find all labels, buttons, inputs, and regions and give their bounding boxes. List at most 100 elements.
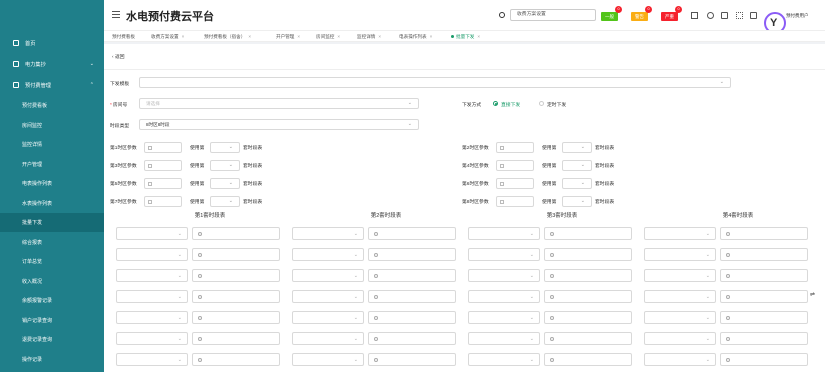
rate-select[interactable]: ⌄ <box>644 353 716 366</box>
alarm-warning-button[interactable]: 警告 0 <box>631 6 652 21</box>
time-input[interactable] <box>544 290 632 303</box>
tab-batch-issue[interactable]: 批量下发 × <box>451 33 480 41</box>
rate-select[interactable]: ⌄ <box>644 311 716 324</box>
tab-prepaid-board[interactable]: 预付费看板 <box>112 33 135 41</box>
rate-select[interactable]: ⌄ <box>292 227 364 240</box>
rate-select[interactable]: ⌄ <box>644 227 716 240</box>
time-input[interactable] <box>368 311 456 324</box>
table-number-select[interactable]: ⌄ <box>210 142 240 153</box>
close-icon[interactable]: × <box>297 34 300 39</box>
rate-select[interactable]: ⌄ <box>644 332 716 345</box>
table-number-select[interactable]: ⌄ <box>562 178 592 189</box>
time-input[interactable] <box>192 269 280 282</box>
time-input[interactable] <box>544 227 632 240</box>
time-input[interactable] <box>544 269 632 282</box>
zone-param-date-input[interactable] <box>144 196 182 207</box>
settings-toggle-icon[interactable]: ⇌ <box>810 291 815 298</box>
rate-select[interactable]: ⌄ <box>116 353 188 366</box>
time-input[interactable] <box>192 227 280 240</box>
sidebar-subitem-active[interactable]: 批量下发 <box>0 213 104 232</box>
sidebar-subitem[interactable]: 销户记录查询 <box>0 311 104 330</box>
sidebar-subitem[interactable]: 监控详情 <box>0 135 104 154</box>
sidebar-subitem[interactable]: 收入概况 <box>0 272 104 291</box>
time-input[interactable] <box>720 311 808 324</box>
template-select[interactable]: ⌄ <box>139 77 731 88</box>
rate-select[interactable]: ⌄ <box>292 269 364 282</box>
sidebar-subitem[interactable]: 水表操作列表 <box>0 194 104 213</box>
rate-select[interactable]: ⌄ <box>116 290 188 303</box>
time-input[interactable] <box>192 311 280 324</box>
zone-param-date-input[interactable] <box>496 196 534 207</box>
time-input[interactable] <box>192 353 280 366</box>
mode-direct-radio[interactable] <box>493 101 498 106</box>
sidebar-item-meter-reading[interactable]: 电力集抄 ⌄ <box>0 55 104 73</box>
tab-fee-scheme[interactable]: 收费方案设置 × <box>151 33 184 41</box>
close-icon[interactable]: × <box>182 34 185 39</box>
rate-select[interactable]: ⌄ <box>468 248 540 261</box>
rate-select[interactable]: ⌄ <box>644 248 716 261</box>
table-number-select[interactable]: ⌄ <box>562 142 592 153</box>
tab-prepaid-board-dorm[interactable]: 预付费看板（宿舍） × <box>204 33 251 41</box>
close-icon[interactable]: × <box>248 34 251 39</box>
rate-select[interactable]: ⌄ <box>468 332 540 345</box>
close-icon[interactable]: × <box>430 34 433 39</box>
sidebar-subitem[interactable]: 开户管理 <box>0 155 104 174</box>
rate-select[interactable]: ⌄ <box>644 269 716 282</box>
time-input[interactable] <box>368 332 456 345</box>
time-input[interactable] <box>192 290 280 303</box>
table-number-select[interactable]: ⌄ <box>562 196 592 207</box>
rate-select[interactable]: ⌄ <box>468 353 540 366</box>
back-button[interactable]: ‹ 返回 <box>112 53 125 60</box>
zone-param-date-input[interactable] <box>144 178 182 189</box>
user-name[interactable]: 预付费用户 <box>786 13 809 19</box>
sidebar-subitem[interactable]: 综合报表 <box>0 233 104 252</box>
zone-param-date-input[interactable] <box>496 160 534 171</box>
rate-select[interactable]: ⌄ <box>116 269 188 282</box>
rate-select[interactable]: ⌄ <box>292 353 364 366</box>
sidebar-subitem[interactable]: 房间监控 <box>0 116 104 135</box>
table-number-select[interactable]: ⌄ <box>210 178 240 189</box>
room-select[interactable]: 请选择 ⌄ <box>139 98 419 109</box>
grid-icon[interactable] <box>736 12 743 19</box>
rate-select[interactable]: ⌄ <box>468 290 540 303</box>
mode-direct-label[interactable]: 直接下发 <box>501 101 520 108</box>
time-input[interactable] <box>368 248 456 261</box>
table-number-select[interactable]: ⌄ <box>562 160 592 171</box>
rate-select[interactable]: ⌄ <box>292 332 364 345</box>
layout-icon[interactable] <box>750 12 757 19</box>
time-input[interactable] <box>368 269 456 282</box>
alarm-critical-button[interactable]: 严重 0 <box>661 6 682 21</box>
rate-select[interactable]: ⌄ <box>644 290 716 303</box>
fullscreen-icon[interactable] <box>707 12 714 19</box>
rate-select[interactable]: ⌄ <box>116 248 188 261</box>
tab-account-open[interactable]: 开户管理 × <box>276 33 300 41</box>
time-input[interactable] <box>368 227 456 240</box>
sidebar-subitem[interactable]: 订单总览 <box>0 252 104 271</box>
time-input[interactable] <box>720 248 808 261</box>
sidebar-subitem[interactable]: 预付费看板 <box>0 96 104 115</box>
time-input[interactable] <box>544 332 632 345</box>
time-input[interactable] <box>368 290 456 303</box>
sidebar-item-home[interactable]: 首页 <box>0 34 104 52</box>
time-input[interactable] <box>192 248 280 261</box>
close-icon[interactable]: × <box>378 34 381 39</box>
time-input[interactable] <box>720 290 808 303</box>
time-input[interactable] <box>720 269 808 282</box>
sidebar-subitem[interactable]: 余额报警记录 <box>0 291 104 310</box>
time-input[interactable] <box>720 227 808 240</box>
volume-icon[interactable] <box>691 12 698 19</box>
time-input[interactable] <box>720 332 808 345</box>
rate-select[interactable]: ⌄ <box>468 227 540 240</box>
rate-select[interactable]: ⌄ <box>116 311 188 324</box>
rate-select[interactable]: ⌄ <box>468 311 540 324</box>
rate-select[interactable]: ⌄ <box>292 248 364 261</box>
search-input[interactable]: 收费方案设置 <box>510 9 596 21</box>
time-input[interactable] <box>544 353 632 366</box>
time-input[interactable] <box>544 248 632 261</box>
mode-timed-label[interactable]: 定时下发 <box>547 101 566 108</box>
rate-select[interactable]: ⌄ <box>292 311 364 324</box>
menu-toggle-icon[interactable] <box>112 11 120 18</box>
zone-param-date-input[interactable] <box>144 160 182 171</box>
table-number-select[interactable]: ⌄ <box>210 160 240 171</box>
zone-param-date-input[interactable] <box>496 142 534 153</box>
